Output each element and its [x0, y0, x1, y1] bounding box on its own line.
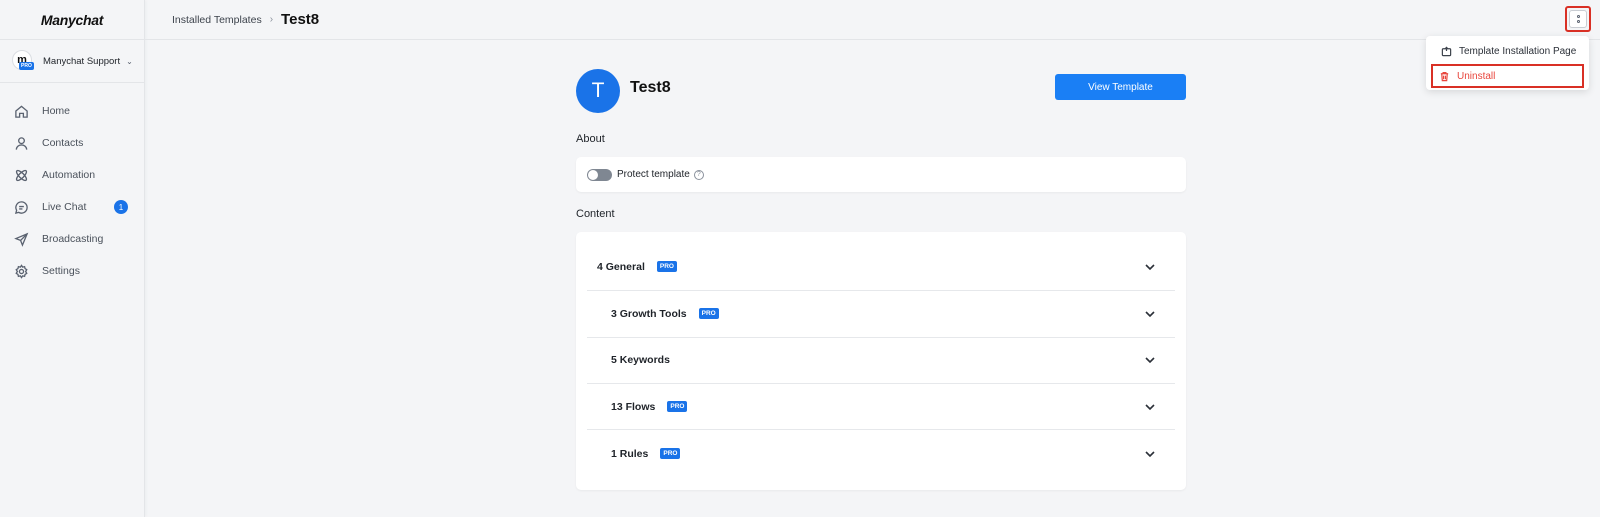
- view-template-button[interactable]: View Template: [1055, 74, 1186, 100]
- pro-badge: PRO: [660, 448, 681, 459]
- help-icon[interactable]: ?: [693, 169, 704, 180]
- gear-icon: [15, 263, 28, 279]
- content-row-flows[interactable]: 13 Flows PRO: [611, 383, 1186, 430]
- row-label: 5 Keywords: [611, 353, 670, 366]
- chevron-down-icon[interactable]: [1144, 308, 1156, 320]
- menu-item-uninstall[interactable]: Uninstall: [1431, 64, 1584, 88]
- template-avatar: T: [576, 69, 620, 113]
- about-heading: About: [576, 133, 605, 145]
- row-label: 3 Growth Tools: [611, 307, 687, 320]
- menu-item-label: Template Installation Page: [1459, 46, 1577, 57]
- account-pro-badge: PRO: [19, 62, 34, 70]
- more-options-button[interactable]: [1565, 6, 1591, 32]
- sidebar-item-label: Automation: [42, 169, 96, 181]
- row-label: 1 Rules: [611, 447, 649, 460]
- chevron-right-icon: ›: [269, 14, 274, 25]
- chat-icon: [14, 200, 28, 214]
- user-icon: [15, 136, 28, 150]
- sidebar: Manychat m PRO Manychat Support ⌄ Home C…: [0, 0, 145, 517]
- pro-badge: PRO: [667, 401, 688, 412]
- more-vertical-icon: [1569, 10, 1587, 28]
- account-avatar: m PRO: [12, 50, 34, 72]
- sidebar-item-home[interactable]: Home: [0, 95, 144, 127]
- sidebar-item-label: Settings: [42, 265, 80, 277]
- more-dot: [1576, 19, 1580, 23]
- protect-template-label: Protect template: [617, 169, 690, 180]
- protect-template-toggle[interactable]: [587, 168, 612, 181]
- sidebar-item-settings[interactable]: Settings: [0, 255, 144, 287]
- sidebar-item-label: Live Chat: [42, 201, 87, 213]
- breadcrumb-installed-templates[interactable]: Installed Templates: [172, 14, 262, 26]
- content-card: 4 General PRO 3 Growth Tools PRO 5 Keywo…: [576, 232, 1186, 490]
- sidebar-item-label: Home: [42, 105, 71, 117]
- row-label: 4 General: [597, 260, 645, 273]
- chevron-down-icon: ⌄: [126, 56, 133, 66]
- sidebar-item-contacts[interactable]: Contacts: [0, 127, 144, 159]
- chevron-down-icon[interactable]: [1144, 401, 1156, 413]
- template-name: Test8: [630, 79, 671, 96]
- automation-icon: [15, 169, 28, 181]
- content-row-rules[interactable]: 1 Rules PRO: [611, 430, 1186, 477]
- menu-item-label: Uninstall: [1457, 70, 1496, 82]
- content-heading: Content: [576, 208, 615, 220]
- row-label: 13 Flows: [611, 400, 656, 413]
- content-row-growth-tools[interactable]: 3 Growth Tools PRO: [611, 290, 1186, 337]
- template-header: T Test8 View Template: [576, 67, 1186, 113]
- sidebar-item-broadcasting[interactable]: Broadcasting: [0, 223, 144, 255]
- menu-item-template-installation-page[interactable]: Template Installation Page: [1431, 40, 1584, 63]
- chevron-down-icon[interactable]: [1144, 354, 1156, 366]
- chevron-down-icon[interactable]: [1144, 261, 1156, 273]
- sidebar-item-automation[interactable]: Automation: [0, 159, 144, 191]
- options-dropdown-menu: Template Installation Page Uninstall: [1426, 36, 1589, 90]
- pro-badge: PRO: [698, 308, 719, 319]
- unread-count-badge: 1: [114, 200, 128, 214]
- page-title: Test8: [281, 11, 320, 28]
- sidebar-item-label: Contacts: [42, 137, 84, 149]
- content-row-keywords[interactable]: 5 Keywords: [611, 336, 1186, 383]
- sidebar-item-live-chat[interactable]: Live Chat 1: [0, 191, 144, 223]
- chevron-down-icon[interactable]: [1144, 448, 1156, 460]
- pro-badge: PRO: [656, 261, 677, 272]
- top-header: Installed Templates › Test8: [145, 0, 1600, 40]
- content-row-general[interactable]: 4 General PRO: [597, 243, 1186, 290]
- sidebar-item-label: Broadcasting: [42, 233, 104, 245]
- account-name: Manychat Support: [43, 55, 121, 67]
- more-dot: [1576, 15, 1580, 19]
- trash-icon: [1440, 71, 1449, 81]
- send-icon: [14, 232, 29, 247]
- sidebar-nav: Home Contacts Automation Live Chat 1 Bro…: [0, 83, 144, 287]
- external-page-icon: [1441, 46, 1452, 57]
- about-card: Protect template ?: [576, 157, 1186, 192]
- app-logo[interactable]: Manychat: [0, 0, 144, 40]
- account-switcher[interactable]: m PRO Manychat Support ⌄: [0, 40, 144, 83]
- home-icon: [15, 104, 28, 118]
